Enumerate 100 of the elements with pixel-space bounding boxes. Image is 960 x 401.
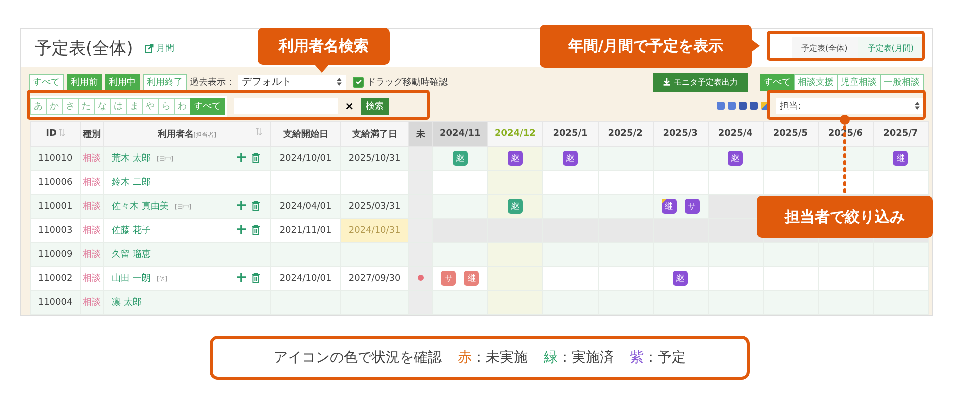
kana-filter-button[interactable]: た	[78, 98, 95, 114]
callout: 利用者名検索	[258, 28, 390, 65]
kana-filter-button[interactable]: ま	[126, 98, 143, 114]
drag-confirm-checkbox[interactable]	[353, 76, 364, 88]
trash-icon[interactable]	[252, 201, 260, 211]
status-filter-button[interactable]: 利用終了	[143, 74, 187, 90]
kana-filter-button[interactable]: か	[46, 98, 63, 114]
table-cell: 110004	[30, 290, 81, 314]
schedule-badge[interactable]: 継	[508, 151, 523, 166]
schedule-badge[interactable]: 継	[662, 199, 677, 214]
category-tab[interactable]: 相談支援	[794, 74, 838, 90]
add-icon[interactable]	[237, 201, 246, 210]
user-name-link[interactable]: 鈴木 二郎	[112, 178, 151, 188]
schedule-badge[interactable]: サ	[684, 199, 700, 214]
table-cell: 相談	[80, 242, 104, 266]
column-header: 支給満了日	[340, 122, 409, 146]
category-tab[interactable]: 児童相談	[837, 74, 881, 90]
callout-pointer	[315, 65, 329, 73]
schedule-badge[interactable]: 継	[728, 151, 744, 166]
view-tab[interactable]: 予定表(全体)	[792, 36, 858, 60]
month-header: 2025/1	[542, 122, 598, 146]
user-name-link[interactable]: 荒木 太郎	[112, 154, 151, 164]
view-tab[interactable]: 予定表(月間)	[858, 36, 924, 60]
sort-icon	[58, 129, 65, 136]
table-cell: 2027/09/30	[340, 266, 409, 290]
table-cell: 110001	[30, 194, 81, 218]
schedule-badge[interactable]: 継	[893, 151, 908, 166]
legend-text: アイコンの色で状況を確認	[274, 349, 442, 367]
month-header: 2025/4	[708, 122, 764, 146]
callout: 担当者で絞り込み	[757, 196, 933, 238]
sort-icon	[256, 128, 262, 134]
name-search-field[interactable]	[234, 98, 338, 114]
table-cell: 110009	[30, 242, 81, 266]
schedule-badge[interactable]: 継	[452, 151, 468, 166]
add-icon[interactable]	[237, 273, 246, 282]
status-filter-button[interactable]: 利用中	[105, 74, 140, 90]
table-cell: 相談	[80, 146, 104, 170]
user-name-link[interactable]: 山田 一朗	[112, 274, 151, 284]
kana-filter-button[interactable]: は	[110, 98, 127, 114]
callout-pointer	[752, 40, 760, 52]
table-cell: 相談	[80, 170, 104, 194]
status-filter-button[interactable]: すべて	[29, 74, 64, 90]
table-cell: 110006	[30, 170, 81, 194]
category-tab[interactable]: すべて	[760, 74, 795, 90]
column-header[interactable]: ID	[30, 122, 81, 146]
column-header: 支給開始日	[270, 122, 341, 146]
kana-filter-button[interactable]: すべて	[190, 98, 225, 114]
monthly-link[interactable]: 月間	[145, 42, 174, 54]
past-display-label: 過去表示：	[190, 76, 235, 88]
table-cell: 2025/03/31	[340, 194, 409, 218]
past-display-select[interactable]: デフォルト	[238, 74, 346, 90]
schedule-badge[interactable]: 継	[464, 271, 480, 286]
column-header: 種別	[80, 122, 104, 146]
table-cell: 相談	[80, 290, 104, 314]
callout: 年間/月間で予定を表示	[540, 25, 752, 68]
month-header: 2025/7	[873, 122, 928, 146]
page-title: 予定表(全体)	[35, 38, 134, 60]
search-button[interactable]: 検索	[361, 98, 390, 114]
user-name-link[interactable]: 凛 太郎	[112, 298, 142, 308]
check-icon	[354, 78, 362, 86]
legend-item: 赤：未実施	[458, 349, 528, 367]
add-icon[interactable]	[237, 225, 246, 234]
table-cell: 2025/10/31	[340, 146, 409, 170]
clear-button[interactable]: ×	[341, 100, 358, 112]
column-header: 未	[408, 122, 433, 146]
table-cell: 2024/10/01	[270, 146, 341, 170]
status-filter-button[interactable]: 利用前	[67, 74, 102, 90]
table-cell: 2024/10/31	[340, 218, 409, 242]
user-name-link[interactable]: 久留 瑠恵	[112, 250, 151, 260]
kana-filter-button[interactable]: あ	[30, 98, 47, 114]
table-cell: 2024/10/01	[270, 266, 341, 290]
trash-icon[interactable]	[252, 273, 260, 283]
staff-select[interactable]: 担当:	[776, 98, 924, 114]
legend-item: 紫：予定	[630, 349, 686, 367]
kana-filter-button[interactable]: わ	[174, 98, 191, 114]
table-cell: 相談	[80, 218, 104, 242]
export-button[interactable]: モニタ予定表出力	[653, 72, 748, 92]
add-icon[interactable]	[237, 153, 246, 162]
kana-filter-button[interactable]: ら	[158, 98, 175, 114]
category-tab[interactable]: 一般相談	[880, 74, 924, 90]
schedule-badge[interactable]: 継	[673, 271, 688, 286]
kana-filter-button[interactable]: な	[94, 98, 111, 114]
month-header: 2025/2	[598, 122, 654, 146]
legend-item: 緑：実施済	[544, 349, 614, 367]
user-name-link[interactable]: 佐々木 真由美	[112, 202, 169, 212]
trash-icon[interactable]	[252, 153, 260, 163]
trash-icon[interactable]	[252, 225, 260, 235]
table-cell: 110010	[30, 146, 81, 170]
download-icon	[663, 78, 671, 86]
external-link-icon	[145, 44, 154, 52]
table-cell: 110003	[30, 218, 81, 242]
user-name-link[interactable]: 佐藤 花子	[112, 226, 151, 236]
kana-filter-button[interactable]: や	[142, 98, 159, 114]
table-cell: 2021/11/01	[270, 218, 341, 242]
schedule-badge[interactable]: 継	[508, 199, 523, 214]
schedule-badge[interactable]: サ	[441, 271, 456, 286]
month-header: 2025/5	[763, 122, 818, 146]
month-header: 2024/12	[488, 122, 543, 146]
kana-filter-button[interactable]: さ	[62, 98, 79, 114]
schedule-badge[interactable]: 継	[562, 151, 578, 166]
